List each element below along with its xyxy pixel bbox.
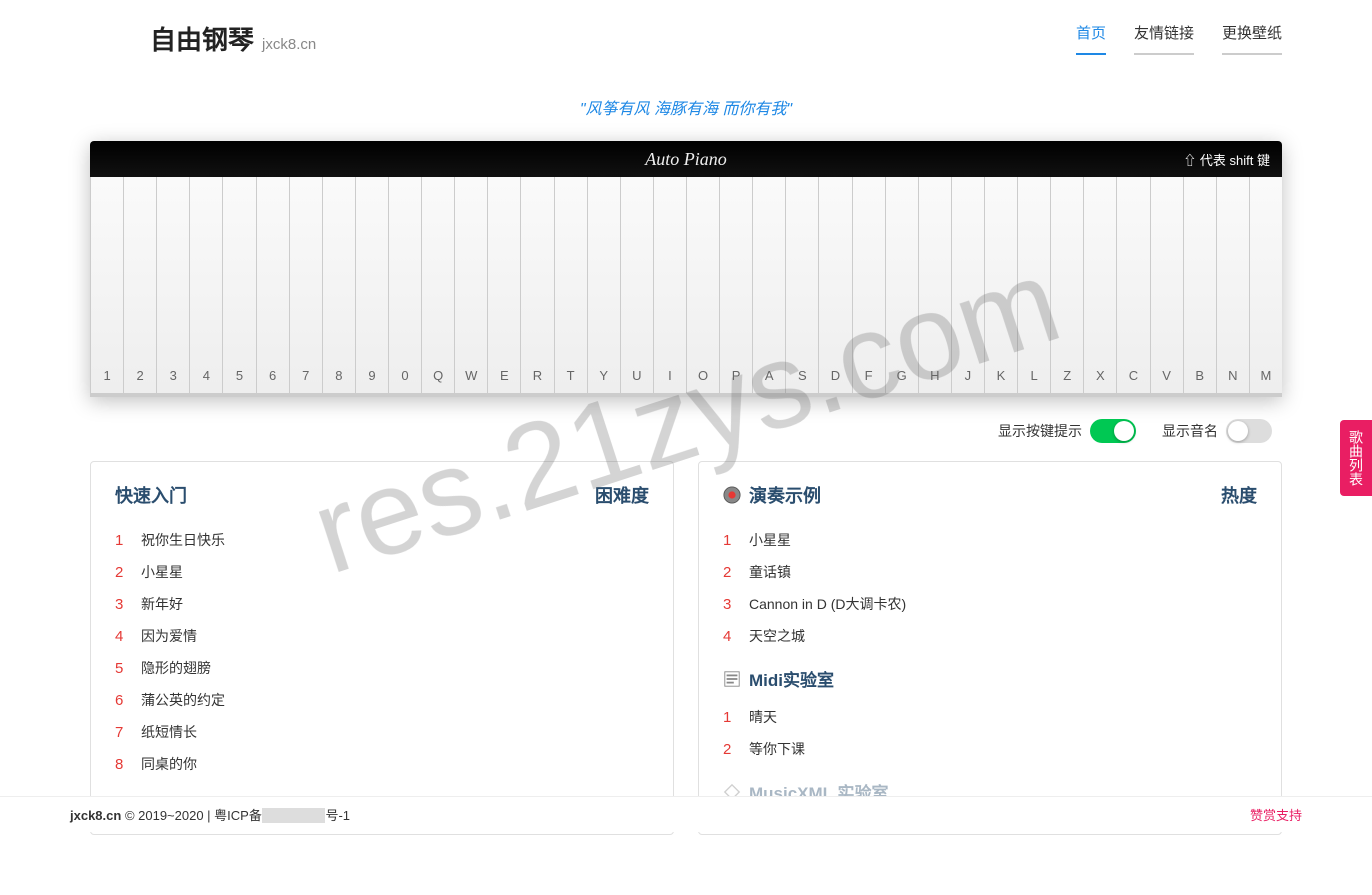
- white-key-3[interactable]: 3: [156, 177, 189, 397]
- white-key-Y[interactable]: Y: [587, 177, 620, 397]
- white-key-Q[interactable]: Q: [421, 177, 454, 397]
- white-key-4[interactable]: 4: [189, 177, 222, 397]
- toggle-key-hint: 显示按键提示: [998, 419, 1136, 443]
- white-key-P[interactable]: P: [719, 177, 752, 397]
- white-key-J[interactable]: J: [951, 177, 984, 397]
- white-key-W[interactable]: W: [454, 177, 487, 397]
- white-key-K[interactable]: K: [984, 177, 1017, 397]
- white-key-B[interactable]: B: [1183, 177, 1216, 397]
- song-item[interactable]: 1祝你生日快乐: [115, 524, 649, 556]
- white-key-E[interactable]: E: [487, 177, 520, 397]
- song-item[interactable]: 3Cannon in D (D大调卡农): [723, 588, 1257, 620]
- white-key-X[interactable]: X: [1083, 177, 1116, 397]
- song-item[interactable]: 4因为爱情: [115, 620, 649, 652]
- panel-examples-col: 热度: [1221, 482, 1257, 508]
- song-item[interactable]: 5隐形的翅膀: [115, 652, 649, 684]
- white-key-9[interactable]: 9: [355, 177, 388, 397]
- piano: Auto Piano ⇧ 代表 shift 键 ⇧+1⇧+2⇧+4⇧+5⇧+6⇧…: [90, 141, 1282, 397]
- record-icon: [723, 486, 741, 504]
- logo-text: 自由钢琴: [150, 20, 254, 57]
- song-item[interactable]: 6蒲公英的约定: [115, 684, 649, 716]
- tagline: "风筝有风 海豚有海 而你有我": [0, 95, 1372, 119]
- white-key-U[interactable]: U: [620, 177, 653, 397]
- white-key-V[interactable]: V: [1150, 177, 1183, 397]
- song-item[interactable]: 1小星星: [723, 524, 1257, 556]
- white-key-S[interactable]: S: [785, 177, 818, 397]
- piano-brand: Auto Piano: [645, 149, 727, 170]
- white-key-2[interactable]: 2: [123, 177, 156, 397]
- white-key-O[interactable]: O: [686, 177, 719, 397]
- midi-icon: [723, 670, 741, 688]
- white-key-I[interactable]: I: [653, 177, 686, 397]
- song-item[interactable]: 2等你下课: [723, 733, 1257, 765]
- white-key-N[interactable]: N: [1216, 177, 1249, 397]
- piano-keys: ⇧+1⇧+2⇧+4⇧+5⇧+6⇧+8⇧+9⇧+Q⇧+W⇧+E⇧+T⇧+Y⇧+I⇧…: [90, 177, 1282, 397]
- white-key-0[interactable]: 0: [388, 177, 421, 397]
- white-key-H[interactable]: H: [918, 177, 951, 397]
- switch-note-name[interactable]: [1226, 419, 1272, 443]
- white-key-F[interactable]: F: [852, 177, 885, 397]
- song-item[interactable]: 1晴天: [723, 701, 1257, 733]
- panel-examples: 演奏示例 热度 1小星星2童话镇3Cannon in D (D大调卡农)4天空之…: [698, 461, 1282, 835]
- nav-item-1[interactable]: 友情链接: [1134, 22, 1194, 55]
- nav-item-2[interactable]: 更换壁纸: [1222, 22, 1282, 55]
- white-key-T[interactable]: T: [554, 177, 587, 397]
- logo: 自由钢琴 jxck8.cn: [150, 20, 316, 57]
- panel-examples-title: 演奏示例: [749, 482, 821, 508]
- song-item[interactable]: 2小星星: [115, 556, 649, 588]
- toggle-key-hint-label: 显示按键提示: [998, 421, 1082, 441]
- side-tab-songlist[interactable]: 歌曲列表: [1340, 420, 1372, 496]
- song-item[interactable]: 4天空之城: [723, 620, 1257, 652]
- midi-section-title: Midi实验室: [749, 666, 834, 691]
- song-item[interactable]: 7纸短情长: [115, 716, 649, 748]
- switch-key-hint[interactable]: [1090, 419, 1136, 443]
- song-item[interactable]: 8同桌的你: [115, 748, 649, 780]
- main-nav: 首页友情链接更换壁纸: [1076, 22, 1282, 55]
- white-key-A[interactable]: A: [752, 177, 785, 397]
- white-key-5[interactable]: 5: [222, 177, 255, 397]
- white-key-G[interactable]: G: [885, 177, 918, 397]
- white-key-C[interactable]: C: [1116, 177, 1149, 397]
- footer-text: jxck8.cn © 2019~2020 | 粤ICP备 号-1: [70, 805, 350, 824]
- white-key-L[interactable]: L: [1017, 177, 1050, 397]
- white-key-6[interactable]: 6: [256, 177, 289, 397]
- white-key-8[interactable]: 8: [322, 177, 355, 397]
- panel-quickstart-title: 快速入门: [115, 482, 187, 508]
- donate-link[interactable]: 赞赏支持: [1250, 805, 1302, 824]
- toggle-note-name: 显示音名: [1162, 419, 1272, 443]
- logo-subdomain: jxck8.cn: [262, 36, 316, 53]
- white-key-7[interactable]: 7: [289, 177, 322, 397]
- nav-item-0[interactable]: 首页: [1076, 22, 1106, 55]
- panel-quickstart-col: 困难度: [595, 482, 649, 508]
- song-item[interactable]: 3新年好: [115, 588, 649, 620]
- toggle-note-name-label: 显示音名: [1162, 421, 1218, 441]
- white-key-M[interactable]: M: [1249, 177, 1282, 397]
- panel-quickstart: 快速入门 困难度 1祝你生日快乐2小星星3新年好4因为爱情5隐形的翅膀6蒲公英的…: [90, 461, 674, 835]
- shift-hint: ⇧ 代表 shift 键: [1183, 150, 1270, 169]
- song-item[interactable]: 2童话镇: [723, 556, 1257, 588]
- white-key-1[interactable]: 1: [90, 177, 123, 397]
- white-key-R[interactable]: R: [520, 177, 553, 397]
- white-key-Z[interactable]: Z: [1050, 177, 1083, 397]
- white-key-D[interactable]: D: [818, 177, 851, 397]
